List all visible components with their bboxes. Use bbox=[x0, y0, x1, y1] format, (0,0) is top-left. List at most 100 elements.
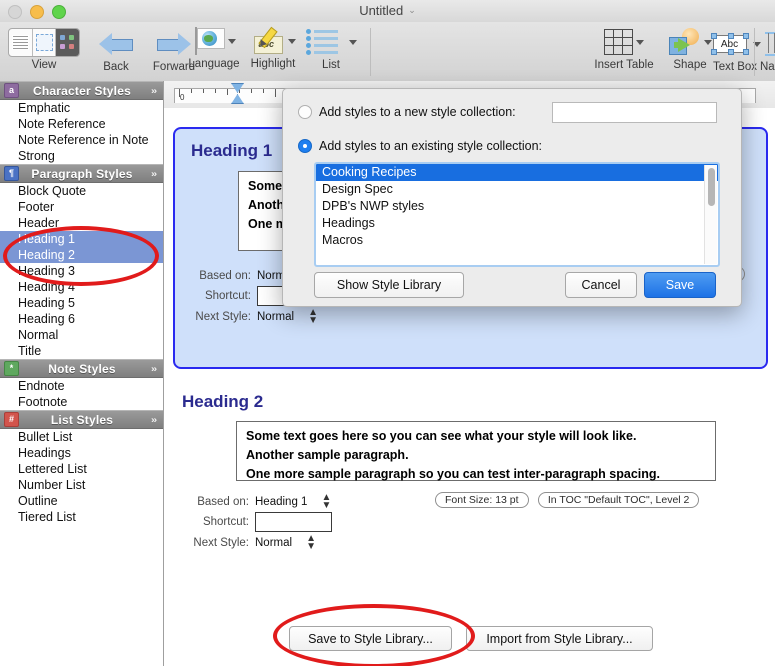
next-style-stepper-icon[interactable]: ▲▼ bbox=[308, 309, 317, 325]
styles-sidebar[interactable]: a Character Styles » Emphatic Note Refer… bbox=[0, 81, 164, 666]
save-button[interactable]: Save bbox=[644, 272, 716, 298]
sidebar-item-footnote[interactable]: Footnote bbox=[0, 394, 163, 410]
list-item-macros[interactable]: Macros bbox=[316, 232, 718, 249]
sidebar-item-headings[interactable]: Headings bbox=[0, 445, 163, 461]
note-style-icon: * bbox=[4, 361, 19, 376]
listbox-scrollbar[interactable] bbox=[704, 165, 717, 264]
sidebar-item-heading-3[interactable]: Heading 3 bbox=[0, 263, 163, 279]
toolbar-back-button[interactable]: Back bbox=[88, 28, 144, 73]
sidebar-item-footer[interactable]: Footer bbox=[0, 199, 163, 215]
sidebar-item-outline[interactable]: Outline bbox=[0, 493, 163, 509]
toolbar-highlight-button[interactable]: abc Highlight bbox=[240, 25, 306, 70]
status-badge: Font Size: 13 pt bbox=[435, 492, 529, 508]
next-style-label: Next Style: bbox=[173, 537, 255, 549]
next-style-row[interactable]: Next Style: Normal ▲▼ bbox=[173, 533, 473, 552]
list-styles-list[interactable]: Bullet List Headings Lettered List Numbe… bbox=[0, 429, 163, 525]
paragraph-style-icon: ¶ bbox=[4, 166, 19, 181]
view-segmented-control[interactable] bbox=[8, 26, 80, 58]
sidebar-item-note-reference[interactable]: Note Reference bbox=[0, 116, 163, 132]
sample-line: Some text goes here so you can see what … bbox=[246, 428, 706, 445]
sidebar-item-endnote[interactable]: Endnote bbox=[0, 378, 163, 394]
sidebar-item-bullet-list[interactable]: Bullet List bbox=[0, 429, 163, 445]
shortcut-row[interactable]: Shortcut: bbox=[173, 511, 473, 533]
insert-table-chevron-down-icon[interactable] bbox=[636, 40, 644, 45]
save-to-style-library-button[interactable]: Save to Style Library... bbox=[289, 626, 452, 651]
based-on-row[interactable]: Based on: Heading 1 ▲▼ bbox=[173, 492, 473, 511]
main-toolbar: View Back Forward Language abc Highlight bbox=[0, 22, 775, 82]
save-to-style-library-dialog[interactable]: Add styles to a new style collection: Ad… bbox=[282, 88, 742, 307]
sample-line: One more sample paragraph so you can tes… bbox=[246, 466, 706, 483]
list-item-headings[interactable]: Headings bbox=[316, 215, 718, 232]
listbox-scrollbar-thumb[interactable] bbox=[708, 168, 715, 206]
existing-collection-radio[interactable] bbox=[298, 139, 312, 153]
next-style-stepper-icon[interactable]: ▲▼ bbox=[306, 535, 315, 551]
new-collection-radio-row[interactable]: Add styles to a new style collection: bbox=[298, 105, 516, 119]
shortcut-label: Shortcut: bbox=[173, 516, 255, 528]
document-styles-window: Untitled⌄ View Back bbox=[0, 0, 775, 666]
sidebar-item-number-list[interactable]: Number List bbox=[0, 477, 163, 493]
language-flag-globe-icon bbox=[180, 25, 248, 57]
sidebar-item-heading-4[interactable]: Heading 4 bbox=[0, 279, 163, 295]
sidebar-item-title[interactable]: Title bbox=[0, 343, 163, 359]
list-chevron-down-icon[interactable] bbox=[349, 40, 357, 45]
style-collection-listbox[interactable]: Cooking Recipes Design Spec DPB's NWP st… bbox=[314, 162, 720, 267]
sidebar-section-paragraph-styles[interactable]: ¶ Paragraph Styles » bbox=[0, 164, 163, 183]
sidebar-item-normal[interactable]: Normal bbox=[0, 327, 163, 343]
toolbar-text-box-label: Text Box bbox=[706, 61, 764, 73]
toolbar-language-button[interactable]: Language bbox=[180, 25, 248, 70]
toolbar-text-box-button[interactable]: Abc Text Box bbox=[706, 28, 764, 73]
highlight-chevron-down-icon[interactable] bbox=[288, 39, 296, 44]
view-mode-draft-button[interactable] bbox=[9, 29, 33, 56]
list-item-dpbs-nwp-styles[interactable]: DPB's NWP styles bbox=[316, 198, 718, 215]
chevron-down-icon[interactable]: » bbox=[145, 414, 163, 424]
list-item-design-spec[interactable]: Design Spec bbox=[316, 181, 718, 198]
toolbar-view-control[interactable]: View bbox=[8, 26, 80, 71]
sidebar-item-heading-1[interactable]: Heading 1 bbox=[0, 231, 163, 247]
style-sample-block: Some text goes here so you can see what … bbox=[236, 421, 716, 481]
paragraph-styles-list[interactable]: Block Quote Footer Header Heading 1 Head… bbox=[0, 183, 163, 359]
chevron-down-icon[interactable]: » bbox=[145, 363, 163, 373]
sidebar-item-heading-6[interactable]: Heading 6 bbox=[0, 311, 163, 327]
sidebar-item-note-reference-in-note[interactable]: Note Reference in Note bbox=[0, 132, 163, 148]
toolbar-view-label: View bbox=[8, 59, 80, 71]
new-collection-radio[interactable] bbox=[298, 105, 312, 119]
list-item-cooking-recipes[interactable]: Cooking Recipes bbox=[316, 164, 718, 181]
cancel-button[interactable]: Cancel bbox=[565, 272, 637, 298]
sidebar-section-note-styles[interactable]: * Note Styles » bbox=[0, 359, 163, 378]
based-on-stepper-icon[interactable]: ▲▼ bbox=[321, 494, 330, 510]
new-collection-name-input[interactable] bbox=[552, 102, 717, 123]
shortcut-input[interactable] bbox=[255, 512, 332, 532]
style-card-title: Heading 2 bbox=[182, 392, 263, 412]
show-style-library-button[interactable]: Show Style Library bbox=[314, 272, 464, 298]
toolbar-name-button[interactable]: Na bbox=[760, 28, 775, 73]
view-mode-styles-button[interactable] bbox=[56, 29, 79, 56]
existing-collection-radio-row[interactable]: Add styles to an existing style collecti… bbox=[298, 139, 542, 153]
new-collection-label: Add styles to a new style collection: bbox=[319, 105, 516, 119]
import-from-style-library-button[interactable]: Import from Style Library... bbox=[466, 626, 653, 651]
toolbar-insert-table-button[interactable]: Insert Table bbox=[586, 26, 662, 71]
sidebar-item-heading-5[interactable]: Heading 5 bbox=[0, 295, 163, 311]
style-card-heading-2[interactable]: Heading 2 Some text goes here so you can… bbox=[173, 384, 764, 584]
sidebar-item-strong[interactable]: Strong bbox=[0, 148, 163, 164]
sidebar-section-list-styles[interactable]: # List Styles » bbox=[0, 410, 163, 429]
sidebar-item-lettered-list[interactable]: Lettered List bbox=[0, 461, 163, 477]
toolbar-language-label: Language bbox=[180, 58, 248, 70]
chevron-down-icon[interactable]: » bbox=[145, 85, 163, 95]
sidebar-item-emphatic[interactable]: Emphatic bbox=[0, 100, 163, 116]
table-grid-icon bbox=[586, 26, 662, 58]
sidebar-item-header[interactable]: Header bbox=[0, 215, 163, 231]
note-styles-list[interactable]: Endnote Footnote bbox=[0, 378, 163, 410]
sidebar-item-block-quote[interactable]: Block Quote bbox=[0, 183, 163, 199]
title-chevron-down-icon[interactable]: ⌄ bbox=[408, 5, 416, 15]
next-style-row[interactable]: Next Style: Normal ▲▼ bbox=[175, 307, 475, 326]
sidebar-item-tiered-list[interactable]: Tiered List bbox=[0, 509, 163, 525]
chevron-down-icon[interactable]: » bbox=[145, 168, 163, 178]
sidebar-item-heading-2[interactable]: Heading 2 bbox=[0, 247, 163, 263]
sidebar-section-character-styles[interactable]: a Character Styles » bbox=[0, 81, 163, 100]
window-title: Untitled⌄ bbox=[0, 3, 775, 18]
toolbar-list-button[interactable]: List bbox=[298, 26, 364, 71]
language-chevron-down-icon[interactable] bbox=[228, 39, 236, 44]
character-styles-list[interactable]: Emphatic Note Reference Note Reference i… bbox=[0, 100, 163, 164]
based-on-label: Based on: bbox=[175, 270, 257, 282]
view-mode-page-button[interactable] bbox=[33, 29, 57, 56]
